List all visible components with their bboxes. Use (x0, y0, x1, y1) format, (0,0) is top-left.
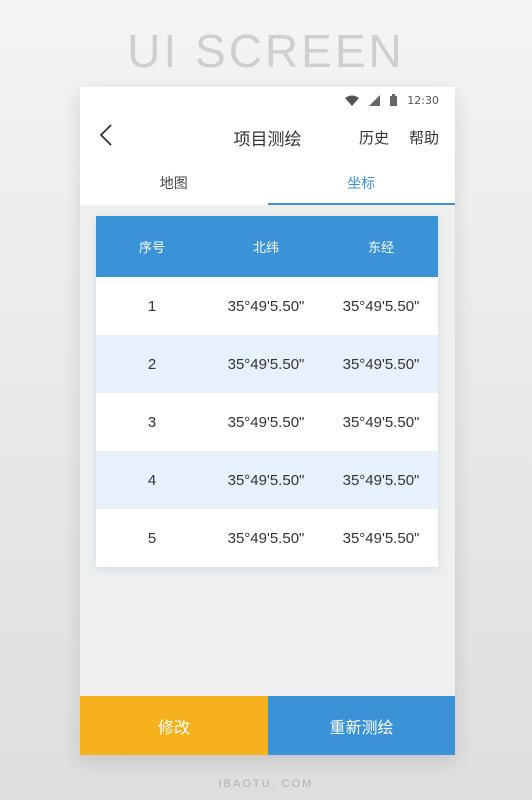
header-seq: 序号 (138, 241, 165, 256)
page-header-title: UI SCREEN (127, 25, 405, 77)
table-header: 序号 北纬 东经 (96, 216, 438, 277)
page-title: 项目测绘 (233, 129, 302, 150)
row-seq: 2 (147, 355, 157, 373)
tab-bar: 地图 坐标 (80, 161, 455, 205)
table-row[interactable]: 5 35°49'5.50" 35°49'5.50" (96, 509, 438, 567)
row-seq: 3 (147, 413, 157, 431)
table-row[interactable]: 2 35°49'5.50" 35°49'5.50" (96, 335, 438, 393)
edit-button[interactable]: 修改 (80, 696, 268, 755)
wifi-icon (345, 95, 360, 106)
tab-coordinates[interactable]: 坐标 (267, 161, 456, 205)
row-longitude: 35°49'5.50" (342, 529, 420, 547)
row-longitude: 35°49'5.50" (342, 297, 420, 315)
row-longitude: 35°49'5.50" (342, 413, 420, 431)
row-seq: 5 (147, 529, 157, 547)
header-latitude: 北纬 (252, 241, 279, 256)
table-row[interactable]: 4 35°49'5.50" 35°49'5.50" (96, 451, 438, 509)
header-longitude: 东经 (367, 241, 394, 256)
row-seq: 4 (147, 471, 157, 489)
table-row[interactable]: 1 35°49'5.50" 35°49'5.50" (96, 277, 438, 335)
row-latitude: 35°49'5.50" (227, 529, 305, 547)
row-seq: 1 (147, 297, 157, 315)
row-latitude: 35°49'5.50" (227, 471, 305, 489)
bottom-action-bar: 修改 重新测绘 (80, 696, 455, 755)
help-button[interactable]: 帮助 (409, 127, 439, 148)
row-latitude: 35°49'5.50" (227, 297, 305, 315)
chevron-left-icon (99, 123, 113, 151)
nav-bar: 项目测绘 历史 帮助 (80, 113, 455, 161)
phone-screen: 12:30 项目测绘 历史 帮助 地图 坐标 序号 北纬 东经 1 35°49'… (80, 87, 455, 755)
coordinates-table: 序号 北纬 东经 1 35°49'5.50" 35°49'5.50" 2 35°… (96, 216, 438, 567)
status-bar: 12:30 (80, 87, 455, 113)
row-longitude: 35°49'5.50" (342, 355, 420, 373)
history-button[interactable]: 历史 (359, 127, 389, 148)
row-longitude: 35°49'5.50" (342, 471, 420, 489)
status-time: 12:30 (407, 93, 439, 107)
table-row[interactable]: 3 35°49'5.50" 35°49'5.50" (96, 393, 438, 451)
row-latitude: 35°49'5.50" (227, 413, 305, 431)
row-latitude: 35°49'5.50" (227, 355, 305, 373)
page-footer: IBAOTU. COM (218, 778, 314, 790)
tab-map[interactable]: 地图 (80, 161, 268, 205)
battery-icon (390, 94, 398, 106)
signal-icon (369, 94, 381, 106)
remeasure-button[interactable]: 重新测绘 (268, 696, 455, 755)
back-button[interactable] (92, 123, 120, 151)
